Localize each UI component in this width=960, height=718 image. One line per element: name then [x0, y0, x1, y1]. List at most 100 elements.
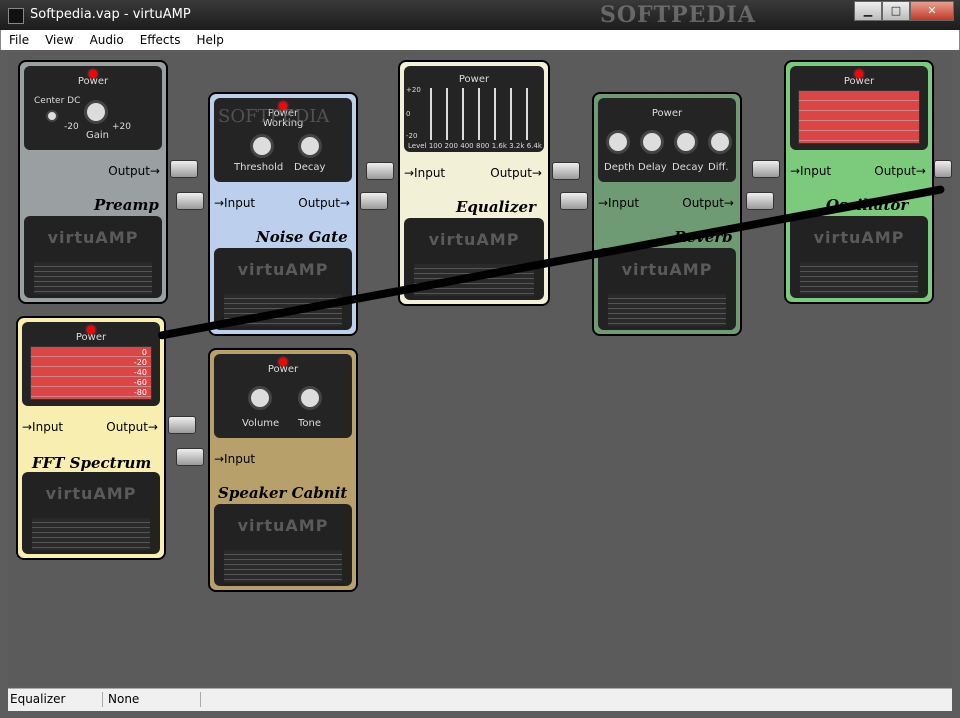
decay-label: Decay — [294, 162, 326, 173]
decay-label: Decay — [672, 162, 704, 173]
tone-knob[interactable] — [298, 386, 322, 410]
pedal-name: Equalizer — [456, 198, 536, 216]
softpedia-watermark: SOFTPEDIA — [218, 106, 330, 127]
equalizer-input-jack[interactable] — [366, 162, 394, 180]
maximize-button[interactable]: □ — [882, 1, 910, 21]
minimize-button[interactable]: ▁ — [854, 1, 882, 21]
eq-band-label: 800 — [475, 142, 490, 150]
input-label: →Input — [404, 166, 446, 180]
power-label: Power — [75, 332, 107, 343]
eq-band-label: 1.6k — [491, 142, 507, 150]
gain-min-label: -20 — [64, 122, 79, 132]
gain-max-label: +20 — [112, 122, 131, 132]
virtuamp-logo: virtuAMP — [237, 260, 329, 279]
pedal-name: Noise Gate — [256, 228, 348, 246]
oscillator-output-jack[interactable] — [934, 160, 952, 178]
virtuamp-logo: virtuAMP — [813, 228, 905, 247]
preamp-pedal[interactable]: Power Center DC -20 +20 Gain Output→ Pre… — [18, 60, 168, 304]
output-label: Output→ — [874, 164, 926, 178]
menu-file[interactable]: File — [1, 33, 37, 47]
eq-band-label: 3.2k — [509, 142, 525, 150]
delay-knob[interactable] — [640, 130, 664, 154]
volume-knob[interactable] — [248, 386, 272, 410]
virtuamp-logo: virtuAMP — [45, 484, 137, 503]
output-label: Output→ — [106, 420, 158, 434]
effects-canvas[interactable]: Power Center DC -20 +20 Gain Output→ Pre… — [8, 52, 952, 686]
decay-knob[interactable] — [298, 134, 322, 158]
decay-knob[interactable] — [674, 130, 698, 154]
diffusion-knob[interactable] — [708, 130, 732, 154]
eq-band-label: Level — [408, 142, 427, 150]
input-label: →Input — [790, 164, 832, 178]
output-label: Output→ — [298, 196, 350, 210]
title-bar: Softpedia.vap - virtuAMP SOFTPEDIA ▁ □ ✕ — [0, 0, 960, 30]
eq-sliders[interactable] — [418, 88, 538, 140]
oscillator-pedal[interactable]: Power →Input Output→ Oscillator virtuAMP — [784, 60, 934, 304]
input-label: →Input — [214, 196, 256, 210]
menu-effects[interactable]: Effects — [132, 33, 189, 47]
center-dc-label: Center DC — [34, 96, 81, 106]
input-label: →Input — [214, 452, 256, 466]
spectrum-scale: -40 — [133, 368, 147, 377]
tone-label: Tone — [298, 418, 322, 429]
volume-label: Volume — [242, 418, 280, 429]
noise-gate-input-jack[interactable] — [176, 192, 204, 210]
threshold-label: Threshold — [234, 162, 284, 173]
noise-gate-output-jack[interactable] — [360, 192, 388, 210]
power-label: Power — [77, 76, 109, 87]
menu-audio[interactable]: Audio — [82, 33, 132, 47]
pedal-name: FFT Spectrum — [32, 454, 152, 472]
window-title: Softpedia.vap - virtuAMP — [30, 7, 191, 22]
power-label: Power — [267, 364, 299, 375]
delay-label: Delay — [638, 162, 667, 173]
depth-knob[interactable] — [606, 130, 630, 154]
fft-output-jack[interactable] — [168, 416, 196, 434]
output-label: Output→ — [490, 166, 542, 180]
depth-label: Depth — [604, 162, 635, 173]
equalizer-output-jack[interactable] — [552, 162, 580, 180]
app-icon — [8, 8, 24, 24]
input-label: →Input — [598, 196, 640, 210]
gain-label: Gain — [86, 130, 109, 141]
input-label: →Input — [22, 420, 64, 434]
status-selected-effect: Equalizer — [8, 692, 103, 707]
power-label: Power — [458, 74, 490, 85]
spectrum-scale: -80 — [133, 388, 147, 397]
fft-spectrum-pedal[interactable]: Power 0 -20 -40 -60 -80 →Input Output→ F… — [16, 316, 166, 560]
close-button[interactable]: ✕ — [910, 1, 954, 21]
center-dc-switch[interactable] — [46, 110, 58, 122]
pedal-name: Preamp — [94, 196, 159, 214]
reverb-input-jack[interactable] — [560, 192, 588, 210]
output-label: Output→ — [108, 164, 160, 178]
oscillator-input-jack[interactable] — [752, 160, 780, 178]
power-label: Power — [843, 76, 875, 87]
menu-bar: File View Audio Effects Help — [0, 30, 960, 50]
gain-knob[interactable] — [84, 100, 108, 124]
eq-band-label: 6.4k — [526, 142, 542, 150]
diffusion-label: Diff. — [708, 162, 729, 173]
eq-band-label: 100 — [428, 142, 443, 150]
speaker-input-jack[interactable] — [176, 448, 204, 466]
preamp-output-jack[interactable] — [170, 160, 198, 178]
spectrum-scale: 0 — [141, 348, 147, 357]
speaker-cabinet-pedal[interactable]: Power Volume Tone →Input Speaker Cabnit … — [208, 348, 358, 592]
spectrum-scale: -20 — [133, 358, 147, 367]
virtuamp-logo: virtuAMP — [621, 260, 713, 279]
reverb-pedal[interactable]: Power Depth Delay Decay Diff. →Input Out… — [592, 92, 742, 336]
eq-band-label: 200 — [444, 142, 458, 150]
eq-band-label: 400 — [460, 142, 474, 150]
eq-scale-bottom: -20 — [406, 132, 418, 140]
virtuamp-logo: virtuAMP — [428, 230, 520, 249]
softpedia-watermark: SOFTPEDIA — [600, 2, 756, 28]
output-label: Output→ — [682, 196, 734, 210]
menu-help[interactable]: Help — [188, 33, 231, 47]
eq-scale-mid: 0 — [406, 110, 411, 118]
oscillator-display — [798, 90, 920, 144]
menu-view[interactable]: View — [37, 33, 81, 47]
threshold-knob[interactable] — [250, 134, 274, 158]
status-secondary: None — [106, 692, 201, 707]
status-bar: Equalizer None — [8, 688, 952, 711]
spectrum-display: 0 -20 -40 -60 -80 — [30, 346, 152, 400]
reverb-output-jack[interactable] — [746, 192, 774, 210]
power-label: Power — [651, 108, 683, 119]
